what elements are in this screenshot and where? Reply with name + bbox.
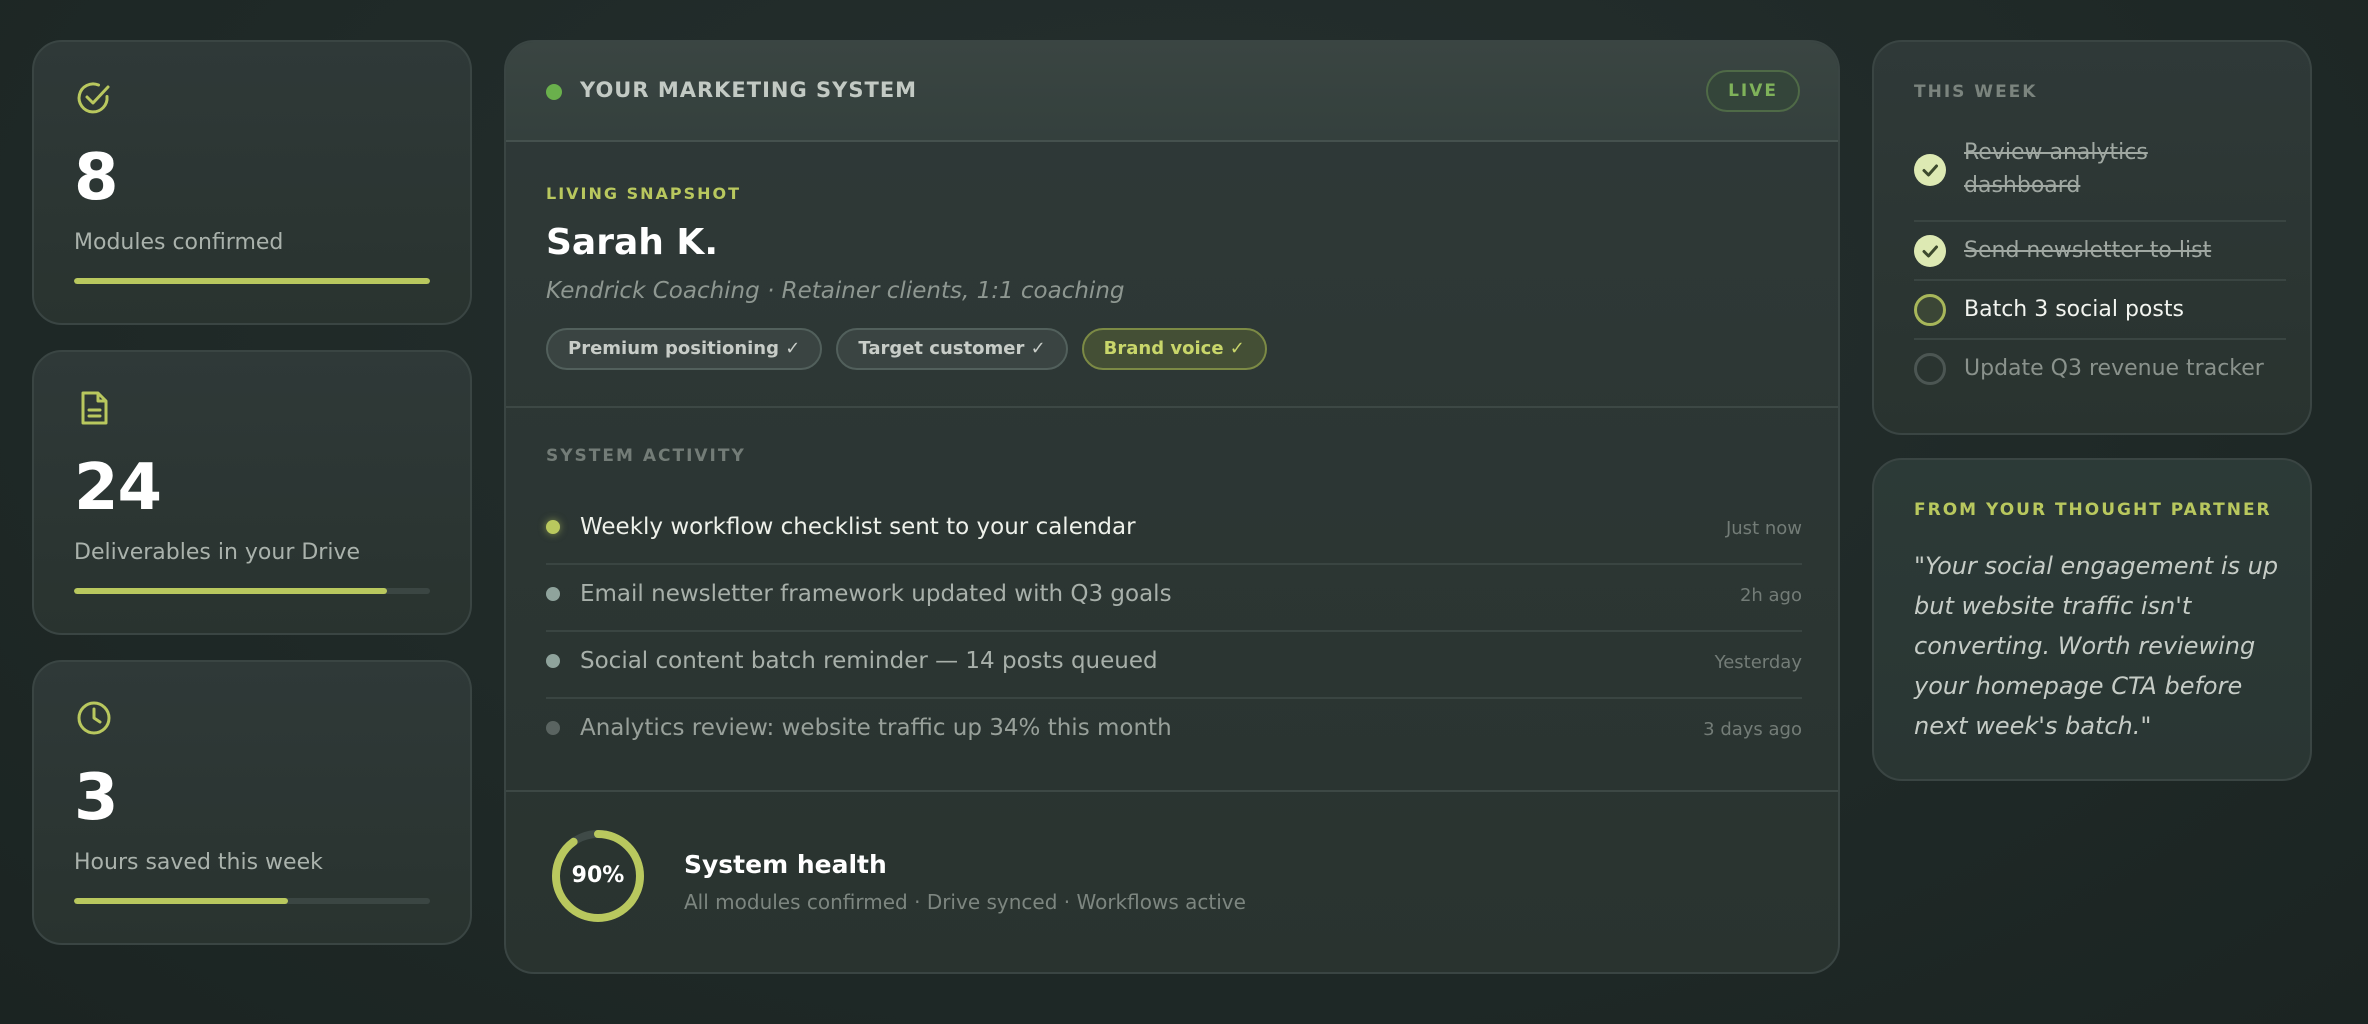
stat-card-hours: 3 Hours saved this week bbox=[32, 660, 472, 945]
checkbox-in-progress-icon[interactable] bbox=[1914, 294, 1946, 326]
task-text: Send newsletter to list bbox=[1964, 238, 2212, 263]
thought-partner-card: FROM YOUR THOUGHT PARTNER "Your social e… bbox=[1872, 458, 2312, 781]
marketing-system-card: YOUR MARKETING SYSTEM LIVE LIVING SNAPSH… bbox=[504, 40, 1840, 974]
task-item[interactable]: Send newsletter to list bbox=[1914, 222, 2286, 281]
task-item[interactable]: Batch 3 social posts bbox=[1914, 281, 2286, 340]
activity-time: 3 days ago bbox=[1703, 719, 1802, 740]
activity-dot bbox=[546, 654, 560, 668]
checkbox-checked-icon[interactable] bbox=[1914, 235, 1946, 267]
tag-target-customer[interactable]: Target customer ✓ bbox=[836, 328, 1068, 370]
task-text: Review analytics dashboard bbox=[1964, 140, 2148, 198]
activity-text: Weekly workflow checklist sent to your c… bbox=[580, 514, 1136, 540]
activity-list: Weekly workflow checklist sent to your c… bbox=[546, 498, 1802, 766]
snapshot-tags: Premium positioning ✓ Target customer ✓ … bbox=[546, 328, 1267, 370]
live-badge: LIVE bbox=[1706, 70, 1800, 112]
clock-icon bbox=[77, 701, 111, 735]
stat-value: 8 bbox=[74, 141, 119, 215]
stat-progress-bar bbox=[74, 278, 430, 284]
stat-card-deliverables: 24 Deliverables in your Drive bbox=[32, 350, 472, 635]
system-health-subtitle: All modules confirmed · Drive synced · W… bbox=[684, 890, 1246, 914]
task-text: Update Q3 revenue tracker bbox=[1964, 356, 2264, 381]
thought-partner-label: FROM YOUR THOUGHT PARTNER bbox=[1914, 500, 2272, 520]
stat-label: Deliverables in your Drive bbox=[74, 540, 361, 565]
system-health-percent: 90% bbox=[571, 863, 625, 888]
check-circle-icon bbox=[77, 82, 110, 114]
task-text: Batch 3 social posts bbox=[1964, 297, 2184, 322]
activity-item[interactable]: Email newsletter framework updated with … bbox=[546, 565, 1802, 632]
task-list: Review analytics dashboard Send newslett… bbox=[1914, 138, 2286, 399]
stat-label: Hours saved this week bbox=[74, 850, 323, 875]
stat-progress-bar bbox=[74, 588, 430, 594]
client-name: Sarah K. bbox=[546, 222, 719, 263]
tag-premium-positioning[interactable]: Premium positioning ✓ bbox=[546, 328, 823, 370]
tag-brand-voice[interactable]: Brand voice ✓ bbox=[1081, 328, 1267, 370]
activity-text: Analytics review: website traffic up 34%… bbox=[580, 715, 1172, 741]
task-item[interactable]: Review analytics dashboard bbox=[1914, 138, 2286, 222]
stat-value: 24 bbox=[74, 451, 162, 525]
snapshot-label: LIVING SNAPSHOT bbox=[546, 184, 742, 203]
checkbox-checked-icon[interactable] bbox=[1914, 154, 1946, 186]
activity-text: Email newsletter framework updated with … bbox=[580, 581, 1172, 607]
stat-label: Modules confirmed bbox=[74, 230, 284, 255]
activity-item[interactable]: Analytics review: website traffic up 34%… bbox=[546, 699, 1802, 766]
activity-dot bbox=[546, 721, 560, 735]
divider bbox=[506, 790, 1838, 792]
checkbox-empty-icon[interactable] bbox=[1914, 353, 1946, 385]
activity-label: SYSTEM ACTIVITY bbox=[546, 446, 746, 466]
divider bbox=[506, 406, 1838, 408]
activity-time: Just now bbox=[1725, 518, 1802, 539]
activity-dot bbox=[546, 587, 560, 601]
system-title: YOUR MARKETING SYSTEM bbox=[580, 78, 918, 102]
stat-card-modules: 8 Modules confirmed bbox=[32, 40, 472, 325]
activity-time: 2h ago bbox=[1739, 585, 1802, 606]
activity-item[interactable]: Weekly workflow checklist sent to your c… bbox=[546, 498, 1802, 565]
stat-progress-bar bbox=[74, 898, 430, 904]
activity-time: Yesterday bbox=[1714, 652, 1802, 673]
system-health-title: System health bbox=[684, 850, 887, 879]
client-subtitle: Kendrick Coaching · Retainer clients, 1:… bbox=[546, 278, 1125, 304]
live-status-dot bbox=[546, 84, 562, 100]
this-week-label: THIS WEEK bbox=[1914, 82, 2038, 102]
task-item[interactable]: Update Q3 revenue tracker bbox=[1914, 340, 2286, 399]
document-icon bbox=[81, 391, 108, 425]
activity-item[interactable]: Social content batch reminder — 14 posts… bbox=[546, 632, 1802, 699]
card-header: YOUR MARKETING SYSTEM LIVE bbox=[506, 42, 1838, 142]
activity-dot bbox=[546, 520, 560, 534]
this-week-card: THIS WEEK Review analytics dashboard Sen… bbox=[1872, 40, 2312, 435]
activity-text: Social content batch reminder — 14 posts… bbox=[580, 648, 1158, 674]
stat-value: 3 bbox=[74, 761, 119, 835]
thought-partner-quote: "Your social engagement is up but websit… bbox=[1914, 552, 2279, 740]
